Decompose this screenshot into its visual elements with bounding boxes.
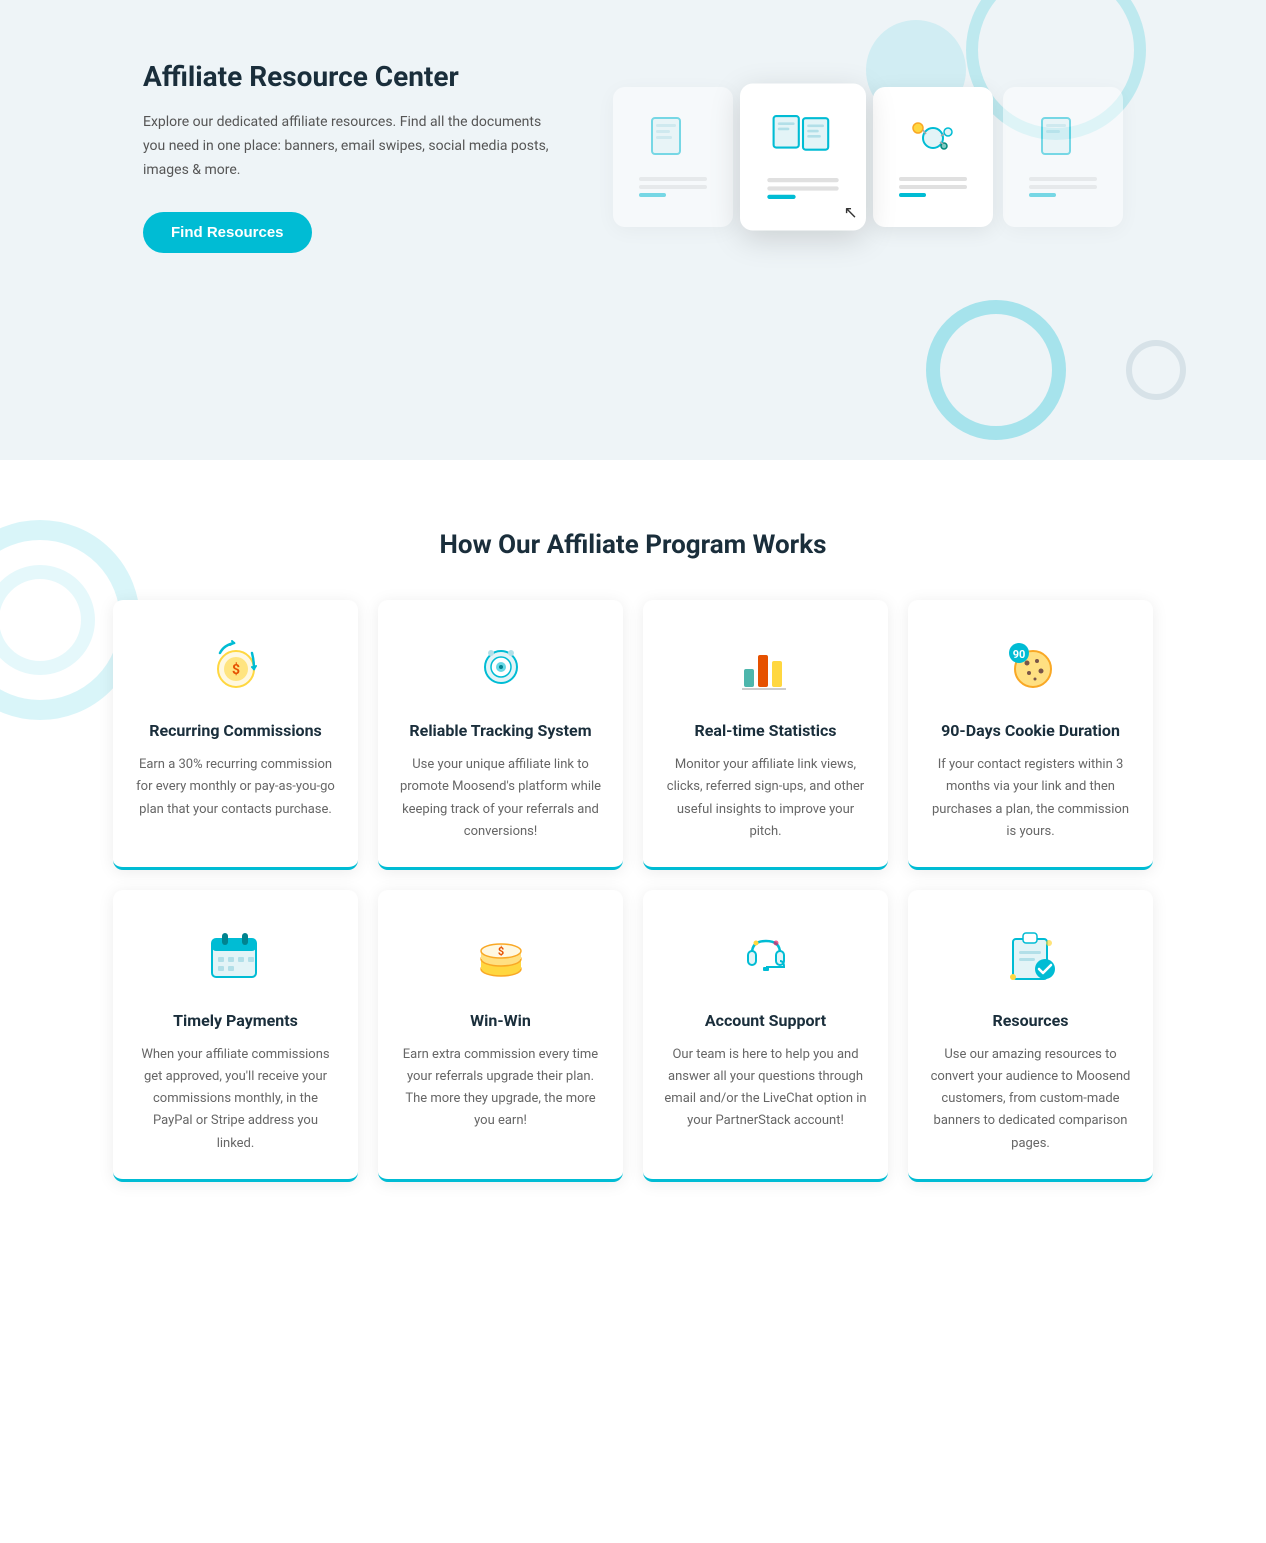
support-title: Account Support bbox=[663, 1010, 868, 1032]
tracking-icon bbox=[466, 630, 536, 700]
statistics-desc: Monitor your affiliate link views, click… bbox=[663, 754, 868, 842]
how-section: How Our Affiliate Program Works $ bbox=[0, 460, 1266, 1262]
payments-icon bbox=[201, 920, 271, 990]
svg-text:$: $ bbox=[231, 661, 239, 678]
hero-title: Affiliate Resource Center bbox=[143, 60, 563, 93]
resources-desc: Use our amazing resources to convert you… bbox=[928, 1044, 1133, 1154]
statistics-icon bbox=[731, 630, 801, 700]
hero-card-1 bbox=[613, 87, 733, 227]
svg-text:$: $ bbox=[497, 945, 503, 958]
recurring-desc: Earn a 30% recurring commission for ever… bbox=[133, 754, 338, 820]
cursor-icon: ↖ bbox=[844, 202, 858, 222]
hero-text-block: Affiliate Resource Center Explore our de… bbox=[143, 60, 563, 253]
winwin-icon: $ bbox=[466, 920, 536, 990]
feature-card-support: Account Support Our team is here to help… bbox=[643, 890, 888, 1182]
cookie-title: 90-Days Cookie Duration bbox=[928, 720, 1133, 742]
hero-description: Explore our dedicated affiliate resource… bbox=[143, 111, 563, 182]
recurring-title: Recurring Commissions bbox=[133, 720, 338, 742]
find-resources-button[interactable]: Find Resources bbox=[143, 212, 312, 253]
tracking-desc: Use your unique affiliate link to promot… bbox=[398, 754, 603, 842]
hero-card-4 bbox=[1003, 87, 1123, 227]
feature-card-resources: Resources Use our amazing resources to c… bbox=[908, 890, 1153, 1182]
resources-title: Resources bbox=[928, 1010, 1133, 1032]
statistics-title: Real-time Statistics bbox=[663, 720, 868, 742]
feature-card-winwin: $ Win-Win Earn extra commission every ti… bbox=[378, 890, 623, 1182]
hero-card-3 bbox=[873, 87, 993, 227]
feature-card-tracking: Reliable Tracking System Use your unique… bbox=[378, 600, 623, 870]
how-title: How Our Affiliate Program Works bbox=[113, 530, 1153, 560]
winwin-title: Win-Win bbox=[398, 1010, 603, 1032]
support-icon bbox=[731, 920, 801, 990]
resources-icon bbox=[996, 920, 1066, 990]
feature-card-recurring: $ Recurring Commissions Earn a 30% recur… bbox=[113, 600, 358, 870]
hero-illustration: ↖ bbox=[613, 87, 1123, 227]
features-row-2: Timely Payments When your affiliate comm… bbox=[113, 890, 1153, 1182]
support-desc: Our team is here to help you and answer … bbox=[663, 1044, 868, 1132]
payments-title: Timely Payments bbox=[133, 1010, 338, 1032]
feature-card-cookie: 90 90-Days Cookie Duration If your conta… bbox=[908, 600, 1153, 870]
feature-card-statistics: Real-time Statistics Monitor your affili… bbox=[643, 600, 888, 870]
winwin-desc: Earn extra commission every time your re… bbox=[398, 1044, 603, 1132]
recurring-icon: $ bbox=[201, 630, 271, 700]
feature-card-payments: Timely Payments When your affiliate comm… bbox=[113, 890, 358, 1182]
cookie-desc: If your contact registers within 3 month… bbox=[928, 754, 1133, 842]
cookie-icon: 90 bbox=[996, 630, 1066, 700]
svg-text:90: 90 bbox=[1012, 648, 1025, 661]
hero-section: Affiliate Resource Center Explore our de… bbox=[0, 0, 1266, 460]
payments-desc: When your affiliate commissions get appr… bbox=[133, 1044, 338, 1154]
tracking-title: Reliable Tracking System bbox=[398, 720, 603, 742]
features-row-1: $ Recurring Commissions Earn a 30% recur… bbox=[113, 600, 1153, 870]
hero-card-2: ↖ bbox=[740, 83, 866, 230]
